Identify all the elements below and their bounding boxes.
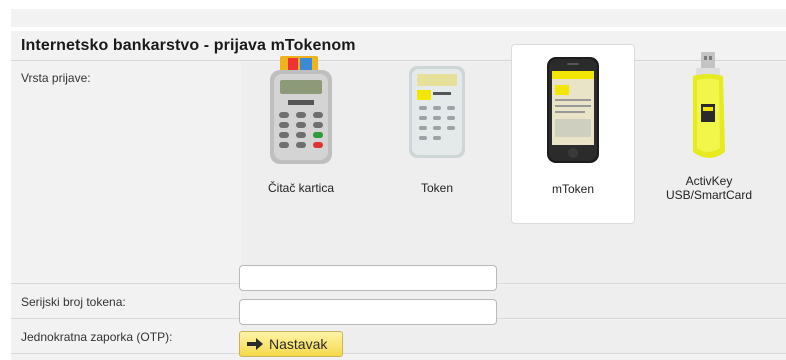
option-mtoken[interactable]: mToken — [511, 44, 635, 224]
otp-label: Jednokratna zaporka (OTP): — [21, 330, 173, 344]
option-activkey-label-2: USB/SmartCard — [665, 188, 753, 202]
serial-label: Serijski broj tokena: — [21, 295, 126, 309]
option-activkey[interactable]: ActivKey USB/SmartCard — [647, 44, 771, 224]
top-band — [11, 9, 786, 27]
option-card-reader[interactable]: Čitač kartica — [239, 44, 363, 224]
smartphone-icon — [547, 57, 599, 163]
token-device-icon — [409, 66, 465, 158]
serial-input[interactable] — [239, 265, 497, 291]
continue-button-label: Nastavak — [269, 336, 328, 352]
option-mtoken-label: mToken — [551, 182, 595, 196]
option-card-reader-label: Čitač kartica — [267, 181, 335, 195]
login-type-options: Čitač kartica Token mToken ActivKey USB/… — [239, 44, 775, 224]
card-reader-icon — [270, 56, 332, 164]
login-type-label: Vrsta prijave: — [21, 71, 91, 85]
usb-key-icon — [693, 52, 725, 158]
option-token[interactable]: Token — [375, 44, 499, 224]
otp-input[interactable] — [239, 299, 497, 325]
otp-row: Jednokratna zaporka (OTP): — [11, 320, 786, 354]
option-token-label: Token — [420, 181, 454, 195]
continue-button[interactable]: Nastavak — [239, 331, 343, 357]
option-activkey-label-1: ActivKey — [685, 174, 733, 188]
arrow-right-icon — [247, 338, 263, 350]
